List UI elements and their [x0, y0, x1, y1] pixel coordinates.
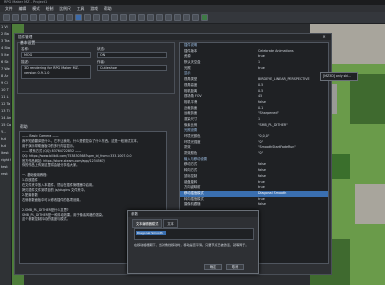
toolbar [0, 12, 385, 24]
map-list-item[interactable]: 10 T [0, 87, 11, 94]
map-list-item[interactable]: 8 Ar [0, 73, 11, 80]
menu-item[interactable]: 绘制 [46, 6, 54, 12]
map-list-item[interactable]: 2 Ba [0, 31, 11, 38]
cancel-button[interactable]: 取消 [226, 264, 244, 270]
parameter-name: 摄像机跟随 [184, 202, 201, 207]
selected-value: Diagonal Smooth [136, 231, 166, 235]
resource-manager-icon[interactable] [192, 14, 199, 21]
close-icon[interactable]: ✕ [320, 34, 328, 40]
fill-icon[interactable] [120, 14, 127, 21]
cut-icon[interactable] [30, 14, 37, 21]
parameter-edit-modal: 参数 文本编辑器模式 文本 Diagonal Smooth 在移动格栅期下，当对… [127, 210, 259, 274]
tab-text-editor[interactable]: 文本编辑器模式 [132, 219, 163, 228]
map-list-item[interactable]: 9 Cl [0, 80, 11, 87]
map-list-item[interactable]: ltest [0, 150, 11, 157]
menu-item[interactable]: 文件 [5, 6, 13, 12]
map-list-item[interactable]: 1 Vi [0, 24, 11, 31]
stone-floor-tile [355, 184, 385, 224]
shadow-pen-icon[interactable] [129, 14, 136, 21]
new-project-icon[interactable] [3, 14, 10, 21]
open-project-icon[interactable] [12, 14, 19, 21]
map-list-item[interactable]: test [0, 164, 11, 171]
menu-bar: 文件 编辑 模式 绘制 比例尺 工具 游戏 帮助 [0, 5, 385, 12]
parameter-value: false [258, 202, 266, 207]
zoom-out-icon[interactable] [147, 14, 154, 21]
map-list-item[interactable]: 5 Ite [0, 52, 11, 59]
value-input[interactable]: Diagonal Smooth [134, 228, 254, 240]
author-field[interactable]: Cutieshoe [97, 65, 167, 71]
paste-icon[interactable] [48, 14, 55, 21]
rectangle-icon[interactable] [102, 14, 109, 21]
map-list-item[interactable]: 4 Sta [0, 45, 11, 52]
map-list-item[interactable]: 13 Ti [0, 108, 11, 115]
tooltip-popup: [MZ3D] only ski... [320, 72, 358, 81]
modal-title: 参数 [128, 211, 258, 217]
dialog-title: 插件管理 [15, 34, 331, 40]
menu-item[interactable]: 编辑 [19, 6, 27, 12]
database-icon[interactable] [156, 14, 163, 21]
menu-item[interactable]: 工具 [77, 6, 85, 12]
zoom-in-icon[interactable] [138, 14, 145, 21]
undo-icon[interactable] [66, 14, 73, 21]
menu-item[interactable]: 比例尺 [59, 6, 70, 12]
map-list-item[interactable]: rest [0, 171, 11, 178]
sound-test-icon[interactable] [174, 14, 181, 21]
tree-tile [350, 74, 385, 124]
map-list-item[interactable]: tut [0, 136, 11, 143]
pencil-icon[interactable] [93, 14, 100, 21]
event-search-icon[interactable] [183, 14, 190, 21]
menu-item[interactable]: 模式 [32, 6, 40, 12]
map-list-item[interactable]: 6 Sk [0, 59, 11, 66]
status-select[interactable]: ON [97, 52, 167, 58]
name-field[interactable]: MOG [21, 52, 91, 58]
event-mode-icon[interactable] [84, 14, 91, 21]
description-field[interactable]: 3D rendering for RPG Maker MZ. version 0… [21, 65, 91, 79]
map-list-panel: 1 Vi 2 Ba 3 Tra 4 Sta 5 Ite 6 Sk 7 We 8 Ar 9 Cl 1… [0, 24, 12, 285]
save-project-icon[interactable] [21, 14, 28, 21]
ok-button[interactable]: 确定 [204, 264, 222, 270]
map-list-item[interactable]: 15 Co [0, 122, 11, 129]
menu-item[interactable]: 游戏 [90, 6, 98, 12]
playtest-icon[interactable] [201, 14, 208, 21]
modal-tabs: 文本编辑器模式 文本 [132, 219, 178, 228]
map-list-item[interactable]: Y... [0, 129, 11, 136]
copy-icon[interactable] [39, 14, 46, 21]
modal-help-text: 在移动格栅期下，当对角线移动时，移动是否平滑。只要节点已被激活，就等同于。 [134, 243, 249, 247]
help-title: 帮助 [20, 124, 28, 129]
plugin-manager-icon[interactable] [165, 14, 172, 21]
map-list-item[interactable]: 11 L [0, 94, 11, 101]
map-list-item[interactable]: 14 An [0, 115, 11, 122]
delete-icon[interactable] [57, 14, 64, 21]
map-list-item[interactable]: 3 Tra [0, 38, 11, 45]
map-list-item[interactable]: tut [0, 143, 11, 150]
map-mode-icon[interactable] [75, 14, 82, 21]
ellipse-icon[interactable] [111, 14, 118, 21]
tab-text[interactable]: 文本 [163, 219, 178, 228]
parameter-row[interactable]: 摄像机跟随 false [180, 202, 328, 208]
basic-settings-title: 基本设置 [20, 40, 36, 45]
map-list-item[interactable]: 12 Ta [0, 101, 11, 108]
menu-item[interactable]: 帮助 [104, 6, 112, 12]
map-list-item[interactable]: 7 We [0, 66, 11, 73]
map-list-item[interactable]: right tut [0, 157, 11, 164]
